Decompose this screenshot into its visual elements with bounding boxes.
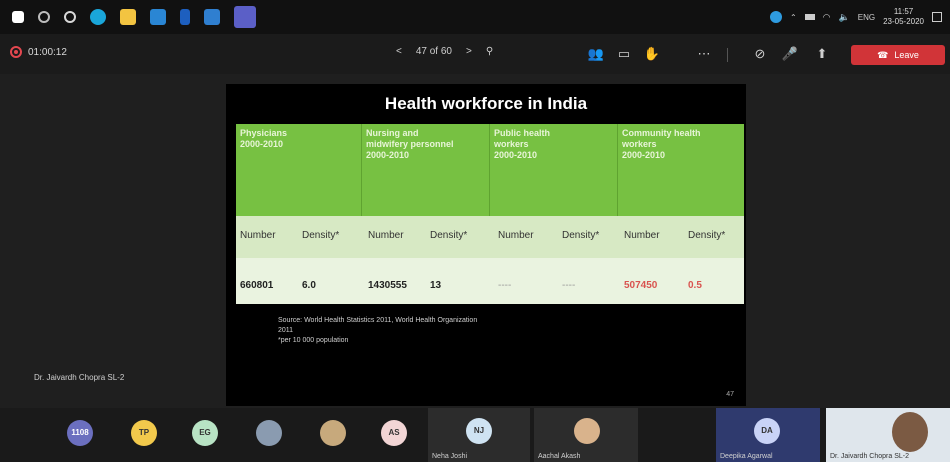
participant-photo[interactable] — [256, 420, 282, 446]
clock-date: 23-05-2020 — [883, 17, 924, 26]
search-icon[interactable] — [38, 11, 50, 23]
more-actions-icon[interactable]: ⋯ — [694, 44, 714, 64]
physicians-number: 660801 — [240, 280, 274, 291]
participant-name: Deepika Agarwal — [720, 453, 773, 460]
participant-tile[interactable]: Aachal Akash — [534, 408, 638, 462]
word-icon[interactable] — [180, 9, 190, 25]
participant-avatar[interactable]: EG — [192, 420, 218, 446]
clock[interactable]: 11:57 23-05-2020 — [883, 7, 924, 27]
volume-icon[interactable]: 🔈 — [839, 12, 850, 23]
participant-tile[interactable]: DA Deepika Agarwal — [716, 408, 820, 462]
subheader-cell: Density* — [430, 230, 468, 241]
community-density: 0.5 — [688, 280, 702, 291]
subheader-cell: Number — [498, 230, 534, 241]
footnote-text: *per 10 000 population — [278, 337, 349, 344]
header-community-health: Community health workers 2000-2010 — [622, 128, 701, 160]
chevron-up-icon[interactable]: ⌃ — [790, 13, 797, 22]
physicians-density: 6.0 — [302, 280, 316, 291]
header-public-health: Public health workers 2000-2010 — [490, 124, 618, 216]
raise-hand-icon[interactable]: ✋ — [642, 44, 662, 64]
prev-slide-button[interactable]: < — [396, 46, 402, 57]
source-text: Source: World Health Statistics 2011, Wo… — [278, 317, 478, 324]
edge-icon[interactable] — [90, 9, 106, 25]
workforce-table: Physicians 2000-2010 Nursing and midwife… — [236, 124, 744, 304]
community-number: 507450 — [624, 280, 658, 291]
page-indicator: 47 of 60 — [415, 46, 452, 57]
battery-icon[interactable] — [804, 14, 815, 20]
meeting-toolbar: 01:00:12 < 47 of 60 > ⚲ 👥 ▭ ✋ ⋯ ⊘ 🎤 ⬆ — [0, 34, 950, 74]
public-health-density: ---- — [562, 280, 576, 291]
participant-tile[interactable]: Dr. Jaivardh Chopra SL-2 — [826, 408, 950, 462]
file-explorer-icon[interactable] — [120, 9, 136, 25]
slide-title: Health workforce in India — [384, 94, 588, 113]
participant-avatar: DA — [754, 418, 780, 444]
slide-pager: < 47 of 60 > ⚲ — [396, 46, 493, 57]
participant-name: Dr. Jaivardh Chopra SL-2 — [830, 453, 909, 460]
participants-icon[interactable]: 👥 — [586, 44, 606, 64]
store-icon[interactable] — [150, 9, 166, 25]
teams-icon[interactable] — [234, 6, 256, 28]
teams-tray-icon[interactable] — [769, 11, 782, 23]
participant-name: Neha Joshi — [432, 453, 468, 460]
subheader-row: Number Density* Number Density* Number D… — [236, 216, 744, 258]
windows-icon[interactable] — [12, 11, 24, 23]
subheader-cell: Number — [624, 230, 660, 241]
nursing-number: 1430555 — [368, 280, 407, 291]
notification-icon[interactable] — [932, 12, 942, 22]
participant-photo — [892, 412, 928, 452]
mail-icon[interactable] — [204, 9, 220, 25]
participant-avatar[interactable]: TP — [131, 420, 157, 446]
phone-hangup-icon: ☎ — [877, 49, 889, 60]
slide-page-number: 47 — [726, 391, 734, 398]
recording-icon — [10, 46, 22, 58]
participant-avatar: NJ — [466, 418, 492, 444]
system-tray: ⌃ ◠ 🔈 ENG 11:57 23-05-2020 — [769, 0, 942, 34]
presenter-name: Dr. Jaivardh Chopra SL-2 — [34, 373, 125, 382]
subheader-cell: Density* — [302, 230, 340, 241]
subheader-cell: Number — [368, 230, 404, 241]
camera-off-icon[interactable]: ⊘ — [750, 44, 770, 64]
table-header-row: Physicians 2000-2010 Nursing and midwife… — [236, 124, 744, 216]
cortana-icon[interactable] — [64, 11, 76, 23]
subheader-cell: Number — [240, 230, 276, 241]
participant-name: Aachal Akash — [538, 453, 581, 460]
header-physicians: Physicians 2000-2010 — [236, 124, 362, 216]
subheader-cell: Density* — [688, 230, 726, 241]
shared-slide: Health workforce in India Physicians 200… — [226, 84, 746, 406]
clock-time: 11:57 — [893, 7, 914, 16]
language-indicator[interactable]: ENG — [858, 13, 875, 22]
participant-photo — [574, 418, 600, 444]
subheader-cell: Density* — [562, 230, 600, 241]
participant-tile[interactable]: NJ Neha Joshi — [428, 408, 530, 462]
public-health-number: ---- — [498, 280, 512, 291]
taskbar: ⌃ ◠ 🔈 ENG 11:57 23-05-2020 — [0, 0, 950, 34]
take-control-icon[interactable]: ⚲ — [486, 46, 493, 57]
source-year: 2011 — [278, 327, 294, 334]
nursing-density: 13 — [430, 280, 442, 291]
chat-icon[interactable]: ▭ — [614, 44, 634, 64]
next-slide-button[interactable]: > — [466, 46, 472, 57]
participant-photo[interactable] — [320, 420, 346, 446]
participant-avatar[interactable]: AS — [381, 420, 407, 446]
participant-strip: 1108 TP EG AS NJ Neha Joshi Aachal Akash… — [0, 408, 950, 462]
mic-icon[interactable]: 🎤 — [780, 44, 800, 64]
toolbar-divider — [727, 48, 728, 62]
wifi-icon[interactable]: ◠ — [823, 12, 831, 23]
timer-text: 01:00:12 — [28, 46, 67, 58]
leave-button[interactable]: ☎ Leave — [851, 45, 945, 65]
participant-avatar[interactable]: 1108 — [67, 420, 93, 446]
header-nursing: Nursing and midwifery personnel 2000-201… — [362, 124, 490, 216]
meeting-timer: 01:00:12 — [10, 46, 67, 58]
share-screen-icon[interactable]: ⬆ — [812, 44, 832, 64]
slide-source: Source: World Health Statistics 2011, Wo… — [278, 316, 477, 346]
leave-label: Leave — [894, 50, 919, 60]
